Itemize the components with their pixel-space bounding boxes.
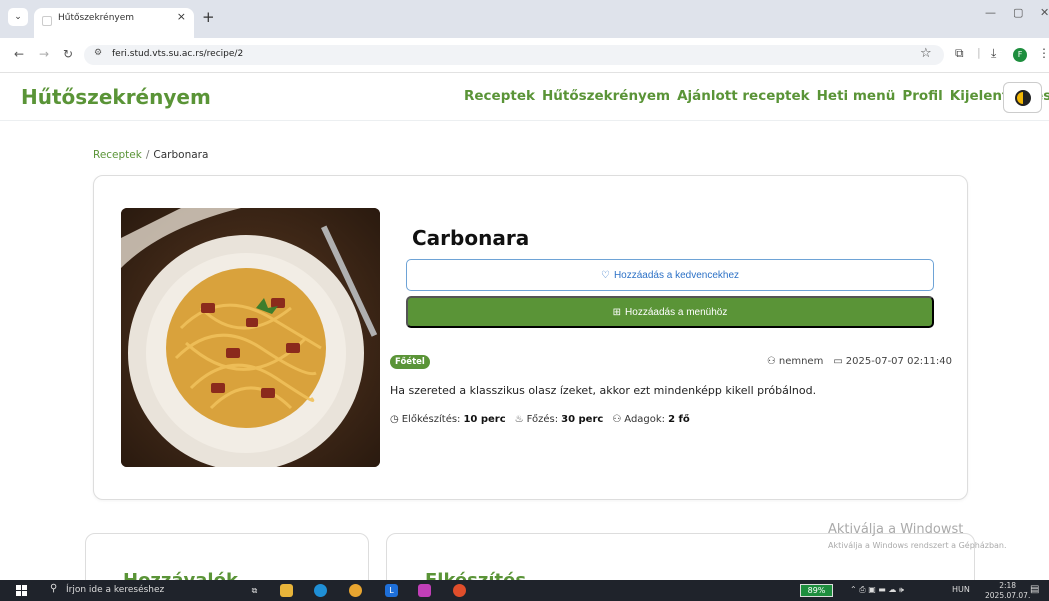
- profile-avatar[interactable]: F: [1013, 48, 1027, 62]
- taskbar-clock[interactable]: 2:18 2025.07.07.: [985, 581, 1030, 601]
- nav-link-heti-menu[interactable]: Heti menü: [817, 88, 896, 104]
- nav-links: Receptek Hűtőszekrényem Ajánlott recepte…: [464, 88, 1049, 104]
- taskbar-search-input[interactable]: Írjon ide a kereséshez: [66, 585, 164, 595]
- menu-dots-icon[interactable]: ⋮: [1038, 46, 1049, 60]
- chrome-icon[interactable]: [349, 584, 362, 597]
- cook-time-value: 30 perc: [561, 414, 604, 425]
- toolbar-divider: |: [977, 46, 981, 59]
- add-to-favorites-label: Hozzáadás a kedvencekhez: [613, 269, 740, 281]
- address-bar[interactable]: ⚙ feri.stud.vts.su.ac.rs/recipe/2: [84, 45, 944, 65]
- cook-time-label: Főzés:: [526, 414, 559, 425]
- windows-start-icon[interactable]: [16, 585, 27, 596]
- battery-indicator[interactable]: 89%: [800, 584, 833, 597]
- download-icon[interactable]: ⤓: [991, 46, 996, 61]
- url-text[interactable]: feri.stud.vts.su.ac.rs/recipe/2: [112, 49, 243, 59]
- bookmark-star-icon[interactable]: ☆: [920, 46, 932, 61]
- recipe-image: [121, 208, 380, 467]
- xampp-icon[interactable]: [453, 584, 466, 597]
- add-to-menu-label: Hozzáadás a menühöz: [625, 306, 728, 318]
- servings: ⚇ Adagok: 2 fő: [612, 414, 689, 425]
- tab-close-icon[interactable]: ×: [177, 10, 186, 23]
- windows-taskbar: ⚲ Írjon ide a kereséshez ⧉ L 89% ⌃ ⎙ ▣ ▬…: [0, 580, 1049, 601]
- edge-icon[interactable]: [314, 584, 327, 597]
- category-badge: Főétel: [390, 355, 430, 369]
- activation-watermark-subtitle: Aktiválja a Windows rendszert a Gépházba…: [828, 541, 1007, 550]
- flame-icon: ♨: [514, 414, 524, 425]
- half-moon-icon: [1015, 90, 1031, 106]
- browser-toolbar: ← → ↻ ⚙ feri.stud.vts.su.ac.rs/recipe/2 …: [0, 38, 1049, 73]
- forward-icon[interactable]: →: [39, 47, 49, 61]
- browser-tab[interactable]: Hűtőszekrényem ×: [34, 8, 194, 38]
- add-to-menu-button[interactable]: ⊞ Hozzáadás a menühöz: [406, 296, 934, 328]
- app-l-icon[interactable]: L: [385, 584, 398, 597]
- search-icon[interactable]: ⚲: [50, 583, 57, 594]
- nav-link-receptek[interactable]: Receptek: [464, 88, 535, 104]
- user-icon: ⚇: [766, 356, 776, 367]
- calendar-icon: ▭: [833, 356, 843, 367]
- tab-title: Hűtőszekrényem: [58, 13, 135, 23]
- system-tray-icons[interactable]: ⌃ ⎙ ▣ ▬ ☁ 🕪: [850, 585, 904, 595]
- recipe-author: nemnem: [778, 356, 824, 367]
- new-tab-icon[interactable]: +: [202, 8, 215, 26]
- recipe-meta: ⚇ nemnem ▭ 2025-07-07 02:11:40: [767, 356, 952, 367]
- servings-value: 2 fő: [668, 414, 690, 425]
- prep-time-value: 10 perc: [463, 414, 506, 425]
- minimize-icon[interactable]: —: [985, 6, 996, 19]
- extensions-icon[interactable]: ⧉: [955, 46, 964, 61]
- calendar-plus-icon: ⊞: [612, 306, 622, 318]
- date-meta: ▭ 2025-07-07 02:11:40: [833, 356, 952, 367]
- tab-favicon-icon: [42, 16, 52, 26]
- site-brand[interactable]: Hűtőszekrényem: [21, 85, 211, 109]
- notification-icon[interactable]: ▤: [1030, 584, 1039, 595]
- recipe-times: ◷ Előkészítés: 10 perc ♨ Főzés: 30 perc …: [390, 414, 690, 425]
- recipe-datetime: 2025-07-07 02:11:40: [845, 356, 952, 367]
- author-meta: ⚇ nemnem: [767, 356, 823, 367]
- theme-toggle-button[interactable]: [1003, 82, 1042, 113]
- nav-link-profil[interactable]: Profil: [902, 88, 942, 104]
- browser-tab-bar: ⌄ Hűtőszekrényem × + — ▢ ✕: [0, 0, 1049, 38]
- nav-link-hutoszekrenyem[interactable]: Hűtőszekrényem: [542, 88, 670, 104]
- activation-watermark-title: Aktiválja a Windowst: [828, 522, 964, 537]
- breadcrumb-separator: /: [145, 149, 150, 161]
- reload-icon[interactable]: ↻: [63, 47, 73, 61]
- site-navbar: Hűtőszekrényem Receptek Hűtőszekrényem A…: [0, 73, 1049, 121]
- close-window-icon[interactable]: ✕: [1040, 6, 1049, 19]
- servings-label: Adagok:: [624, 414, 666, 425]
- breadcrumb: Receptek / Carbonara: [93, 149, 208, 161]
- language-indicator[interactable]: HUN: [952, 585, 970, 594]
- prep-time-label: Előkészítés:: [401, 414, 461, 425]
- recipe-description: Ha szereted a klasszikus olasz ízeket, a…: [390, 384, 817, 397]
- breadcrumb-link-receptek[interactable]: Receptek: [93, 149, 142, 161]
- heart-icon: ♡: [600, 269, 610, 281]
- clock-date: 2025.07.07.: [985, 591, 1031, 600]
- site-info-icon[interactable]: ⚙: [94, 48, 102, 58]
- recipe-title: Carbonara: [412, 226, 530, 250]
- tab-list-chevron-icon[interactable]: ⌄: [8, 8, 28, 26]
- nav-link-ajanlott[interactable]: Ajánlott receptek: [677, 88, 810, 104]
- clock-icon: ◷: [390, 414, 399, 425]
- add-to-favorites-button[interactable]: ♡ Hozzáadás a kedvencekhez: [406, 259, 934, 291]
- back-icon[interactable]: ←: [14, 47, 24, 61]
- cook-time: ♨ Főzés: 30 perc: [515, 414, 604, 425]
- clock-time: 2:18: [999, 581, 1017, 590]
- app-code-icon[interactable]: [418, 584, 431, 597]
- file-explorer-icon[interactable]: [280, 584, 293, 597]
- people-icon: ⚇: [612, 414, 622, 425]
- breadcrumb-current: Carbonara: [153, 149, 209, 161]
- task-view-icon[interactable]: ⧉: [248, 584, 261, 597]
- prep-time: ◷ Előkészítés: 10 perc: [390, 414, 506, 425]
- maximize-icon[interactable]: ▢: [1013, 6, 1023, 19]
- recipe-card: Carbonara ♡ Hozzáadás a kedvencekhez ⊞ H…: [93, 175, 968, 500]
